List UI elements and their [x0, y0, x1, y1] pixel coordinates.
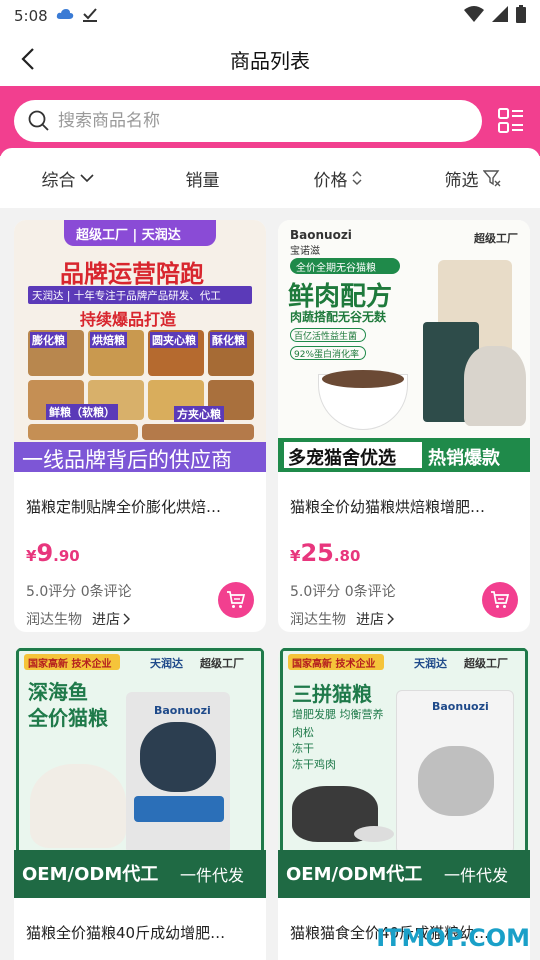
image-footer-b: 一件代发 [180, 866, 245, 885]
product-card[interactable]: 超级工厂 | 天润达 品牌运营陪跑 天润达 | 十年专注于品牌产品研发、代工 持… [14, 220, 266, 632]
watermark-text: ITMOP.COM [376, 924, 530, 952]
chevron-right-icon [123, 613, 130, 625]
image-sub: 天润达 | 十年专注于品牌产品研发、代工 [32, 290, 221, 302]
category-list-icon [498, 108, 523, 133]
search-band [0, 86, 540, 156]
nav-bar: 商品列表 [0, 32, 540, 86]
filter-comprehensive[interactable]: 综合 [0, 166, 135, 191]
image-tag6: 方夹心粮 [174, 406, 224, 422]
image-tag1: 膨化粮 [30, 332, 67, 348]
page-title: 商品列表 [230, 48, 310, 73]
image-footer-a: 多宠猫舍优选 [288, 448, 396, 469]
image-footer-a: OEM/ODM代工 [286, 864, 423, 885]
sort-arrows-icon [352, 171, 361, 185]
product-image[interactable]: 国家高新 技术企业 天润达 超级工厂 三拼猫粮 增肥发腮 均衡营养 肉松 冻干 … [278, 646, 530, 898]
filter-screen[interactable]: 筛选 [405, 166, 540, 191]
image-brand: Baonuozi [290, 228, 352, 242]
product-image[interactable]: Baonuozi 宝诺滋 超级工厂 全价全期无谷猫粮 鲜肉配方 肉蔬搭配无谷无麸… [278, 220, 530, 472]
image-tag5: 鲜粮（软粮） [46, 404, 118, 420]
image-bag-brand: Baonuozi [154, 704, 211, 717]
image-badge: 超级工厂 [200, 657, 244, 670]
status-bar: 5:08 [0, 0, 540, 32]
filter-label: 销量 [185, 170, 220, 191]
image-b1: 肉松 [292, 726, 314, 739]
signal-icon [492, 6, 508, 26]
cloud-icon [56, 7, 74, 25]
filter-bar: 综合 销量 价格 筛选 [0, 148, 540, 208]
image-footer-b: 热销爆款 [428, 448, 500, 469]
product-price: ¥25.80 [290, 539, 361, 567]
product-price: ¥9.90 [26, 539, 80, 567]
image-brand: 天润达 [414, 657, 447, 670]
image-b1: 百亿活性益生菌 [294, 332, 358, 342]
status-time: 5:08 [14, 7, 48, 25]
filter-label: 价格 [313, 170, 348, 191]
filter-funnel-icon [482, 170, 500, 187]
image-headline1: 深海鱼 [28, 680, 88, 704]
enter-shop-link[interactable]: 进店 [356, 609, 395, 629]
image-badge: 超级工厂 [474, 232, 518, 245]
image-tag3: 圆夹心粮 [150, 332, 198, 348]
image-tag: 国家高新 技术企业 [292, 659, 376, 670]
image-pill: 全价全期无谷猫粮 [296, 263, 376, 274]
product-title[interactable]: 猫粮定制贴牌全价膨化烘焙… [26, 496, 254, 517]
image-sub: 肉蔬搭配无谷无麸 [290, 310, 387, 324]
shop-row: 润达生物 进店 [26, 609, 254, 629]
image-brand: 天润达 [150, 657, 183, 670]
image-badge: 超级工厂 [464, 657, 508, 670]
filter-label: 综合 [41, 170, 76, 191]
image-tag: 国家高新 技术企业 [28, 659, 112, 670]
search-input[interactable] [58, 111, 448, 131]
product-image[interactable]: 国家高新 技术企业 天润达 超级工厂 深海鱼 全价猫粮 Baonuozi OEM… [14, 646, 266, 898]
image-footer-a: OEM/ODM代工 [22, 864, 159, 885]
search-box[interactable] [14, 100, 482, 142]
image-b2: 92%蛋白消化率 [294, 350, 360, 360]
filter-sales[interactable]: 销量 [135, 166, 270, 191]
product-image[interactable]: 超级工厂 | 天润达 品牌运营陪跑 天润达 | 十年专注于品牌产品研发、代工 持… [14, 220, 266, 472]
image-b2: 冻干 [292, 742, 314, 755]
product-card[interactable]: 国家高新 技术企业 天润达 超级工厂 深海鱼 全价猫粮 Baonuozi OEM… [14, 646, 266, 960]
chevron-down-icon [79, 174, 94, 183]
enter-shop-link[interactable]: 进店 [92, 609, 131, 629]
product-title[interactable]: 猫粮全价幼猫粮烘焙粮增肥… [290, 496, 518, 517]
cart-icon [491, 591, 510, 608]
battery-icon [516, 5, 526, 27]
back-button[interactable] [14, 45, 42, 73]
image-sub: 增肥发腮 均衡营养 [292, 708, 384, 721]
shop-row: 润达生物 进店 [290, 609, 518, 629]
image-headline: 三拼猫粮 [292, 682, 372, 706]
product-card[interactable]: 国家高新 技术企业 天润达 超级工厂 三拼猫粮 增肥发腮 均衡营养 肉松 冻干 … [278, 646, 530, 960]
image-banner-text: 超级工厂 | 天润达 [76, 228, 181, 243]
image-brand-cn: 宝诺滋 [290, 246, 320, 257]
wifi-icon [464, 6, 484, 26]
image-tagline: 持续爆品打造 [80, 310, 177, 329]
image-tag2: 烘焙粮 [90, 332, 127, 348]
chevron-left-icon [21, 48, 34, 70]
product-card[interactable]: Baonuozi 宝诺滋 超级工厂 全价全期无谷猫粮 鲜肉配方 肉蔬搭配无谷无麸… [278, 220, 530, 632]
cart-icon [227, 591, 246, 608]
image-footer: 一线品牌背后的供应商 [22, 448, 232, 472]
image-bag-brand: Baonuozi [432, 700, 489, 713]
image-headline: 品牌运营陪跑 [60, 260, 204, 288]
product-title[interactable]: 猫粮全价猫粮40斤成幼增肥… [26, 922, 254, 943]
image-tag4: 酥化粮 [210, 332, 247, 348]
shop-name: 润达生物 [290, 612, 346, 628]
filter-label: 筛选 [444, 170, 479, 191]
shop-name: 润达生物 [26, 612, 82, 628]
download-done-icon [82, 6, 98, 26]
image-headline2: 全价猫粮 [28, 706, 108, 730]
add-to-cart-button[interactable] [218, 582, 254, 618]
image-b3: 冻干鸡肉 [292, 758, 336, 771]
chevron-right-icon [387, 613, 394, 625]
image-footer-b: 一件代发 [444, 866, 509, 885]
filter-price[interactable]: 价格 [270, 166, 405, 191]
add-to-cart-button[interactable] [482, 582, 518, 618]
category-button[interactable] [496, 106, 526, 136]
search-icon [28, 110, 49, 131]
